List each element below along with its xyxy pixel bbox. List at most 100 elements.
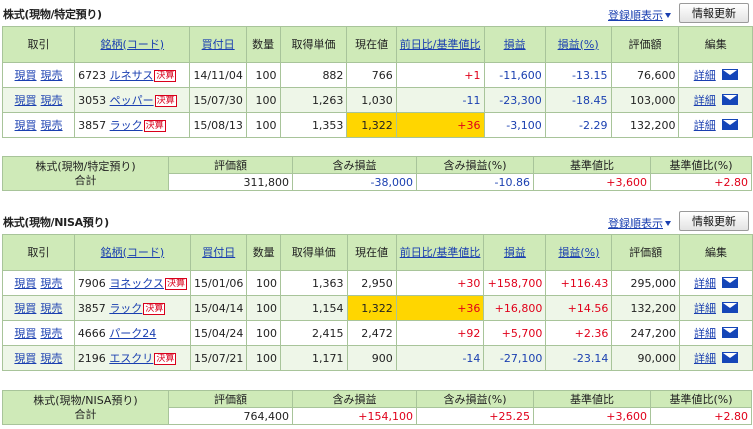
- edit-cell: 詳細: [678, 320, 753, 346]
- sell-link[interactable]: 現売: [40, 277, 62, 290]
- detail-link[interactable]: 詳細: [694, 352, 716, 365]
- header-pl: 損益: [483, 26, 546, 63]
- table-row: 現買 現売 7906 ヨネックス 決算 15/01/06 100 1,363 2,950 +30…: [2, 270, 753, 296]
- section-title: 株式(現物/特定預り): [3, 8, 102, 21]
- buy-link[interactable]: 現買: [14, 327, 36, 340]
- mail-icon[interactable]: [721, 277, 738, 288]
- mail-icon[interactable]: [721, 69, 738, 80]
- quantity: 100: [245, 62, 281, 88]
- header-change-sort-link[interactable]: 前日比/基準値比: [400, 246, 481, 259]
- detail-link[interactable]: 詳細: [694, 94, 716, 107]
- sort-order-label: 登録順表示: [608, 9, 663, 22]
- summary-label-line1: 株式(現物/特定預り): [35, 159, 136, 173]
- table-row: 現買 現売 6723 ルネサス 決算 14/11/04 100 882 766 +1 -11,60…: [1, 62, 753, 88]
- buy-date: 15/04/24: [189, 320, 248, 346]
- earnings-badge: 決算: [164, 278, 187, 290]
- buy-link[interactable]: 現買: [14, 277, 36, 290]
- refresh-button[interactable]: 情報更新: [679, 3, 749, 23]
- sell-link[interactable]: 現売: [41, 69, 63, 82]
- header-qty: 数量: [246, 234, 281, 271]
- detail-link[interactable]: 詳細: [694, 302, 716, 315]
- detail-link[interactable]: 詳細: [694, 119, 716, 132]
- summary-base-diff-pct: +2.80: [650, 173, 752, 191]
- header-stock: 銘柄(コード): [73, 234, 192, 271]
- summary-value: 311,800: [168, 173, 293, 191]
- detail-link[interactable]: 詳細: [694, 277, 716, 290]
- current-price: 2,950: [346, 270, 397, 296]
- buy-link[interactable]: 現買: [15, 119, 37, 132]
- header-pl-sort-link[interactable]: 損益: [504, 38, 526, 51]
- buy-date: 15/01/06: [189, 270, 248, 296]
- refresh-button[interactable]: 情報更新: [679, 211, 749, 231]
- header-pl-pct-sort-link[interactable]: 損益(%): [558, 246, 599, 259]
- sell-link[interactable]: 現売: [41, 119, 63, 132]
- mail-icon[interactable]: [721, 352, 738, 363]
- cost-price: 882: [279, 62, 348, 88]
- profit-loss: -11,600: [483, 62, 546, 88]
- buy-date: 14/11/04: [189, 62, 247, 88]
- stock-name-link[interactable]: ペッパー: [110, 94, 154, 107]
- mail-icon[interactable]: [721, 327, 738, 338]
- trade-cell: 現買 現売: [2, 270, 75, 296]
- edit-cell: 詳細: [678, 270, 753, 296]
- summary-label: 株式(現物/特定預り) 合計: [2, 156, 169, 191]
- header-pl-sort-link[interactable]: 損益: [504, 246, 526, 259]
- header-buy-date-sort-link[interactable]: 買付日: [202, 246, 235, 259]
- header-buy-date-sort-link[interactable]: 買付日: [202, 38, 235, 51]
- stock-name-link[interactable]: ラック: [109, 302, 142, 315]
- edit-cell: 詳細: [678, 345, 753, 371]
- sort-order-link[interactable]: 登録順表示: [608, 215, 671, 231]
- summary-unrealized: +154,100: [292, 407, 417, 425]
- sell-link[interactable]: 現売: [40, 352, 62, 365]
- sell-link[interactable]: 現売: [41, 94, 63, 107]
- sort-order-link[interactable]: 登録順表示: [608, 7, 671, 23]
- stock-name-link[interactable]: エスクリ: [109, 352, 153, 365]
- valuation: 132,200: [610, 112, 680, 138]
- price-change: +1: [395, 62, 485, 88]
- detail-link[interactable]: 詳細: [694, 327, 716, 340]
- buy-date: 15/07/30: [189, 87, 247, 113]
- summary-unrealized-pct: -10.86: [416, 173, 534, 191]
- header-change-sort-link[interactable]: 前日比/基準値比: [400, 38, 481, 51]
- header-pl-pct: 損益(%): [545, 234, 613, 271]
- detail-link[interactable]: 詳細: [694, 69, 716, 82]
- stock-cell: 3857 ラック 決算: [74, 112, 191, 138]
- header-stock-sort-link[interactable]: 銘柄(コード): [100, 38, 164, 51]
- mail-icon[interactable]: [721, 302, 738, 313]
- stock-name-link[interactable]: パーク24: [109, 327, 156, 340]
- summary-label: 株式(現物/NISA預り) 合計: [2, 390, 169, 425]
- header-edit: 編集: [678, 234, 753, 271]
- profit-loss: -27,100: [483, 345, 547, 371]
- trade-cell: 現買 現売: [1, 87, 76, 113]
- triangle-down-icon: [665, 13, 671, 18]
- earnings-badge: 決算: [154, 353, 177, 365]
- stock-name-link[interactable]: ルネサス: [110, 69, 154, 82]
- header-pl-pct-sort-link[interactable]: 損益(%): [558, 38, 599, 51]
- header-cost: 取得単価: [279, 26, 348, 63]
- valuation: 132,200: [611, 295, 680, 321]
- stock-name-link[interactable]: ヨネックス: [109, 277, 164, 290]
- summary-unrealized-pct: +25.25: [416, 407, 534, 425]
- header-edit: 編集: [678, 26, 753, 63]
- holdings-table: 取引 銘柄(コード) 買付日 数量 取得単価 現在値 前日比/基準値比 損益 損益(%) 評価額編…: [2, 234, 753, 371]
- buy-link[interactable]: 現買: [15, 94, 37, 107]
- header-cost: 取得単価: [279, 234, 348, 271]
- triangle-down-icon: [665, 221, 671, 226]
- quantity: 100: [246, 270, 281, 296]
- sell-link[interactable]: 現売: [40, 302, 62, 315]
- buy-link[interactable]: 現買: [15, 69, 37, 82]
- stock-cell: 4666 パーク24: [73, 320, 192, 346]
- cost-price: 1,353: [279, 112, 348, 138]
- stock-cell: 7906 ヨネックス 決算: [73, 270, 192, 296]
- mail-icon[interactable]: [721, 94, 738, 105]
- mail-icon[interactable]: [721, 119, 738, 130]
- header-stock-sort-link[interactable]: 銘柄(コード): [101, 246, 165, 259]
- sell-link[interactable]: 現売: [40, 327, 62, 340]
- profit-loss-pct: -13.15: [544, 62, 612, 88]
- stock-name-link[interactable]: ラック: [110, 119, 143, 132]
- buy-link[interactable]: 現買: [14, 352, 36, 365]
- stock-code: 3053: [78, 94, 107, 107]
- stock-code: 6723: [78, 69, 107, 82]
- trade-cell: 現買 現売: [1, 112, 76, 138]
- buy-link[interactable]: 現買: [14, 302, 36, 315]
